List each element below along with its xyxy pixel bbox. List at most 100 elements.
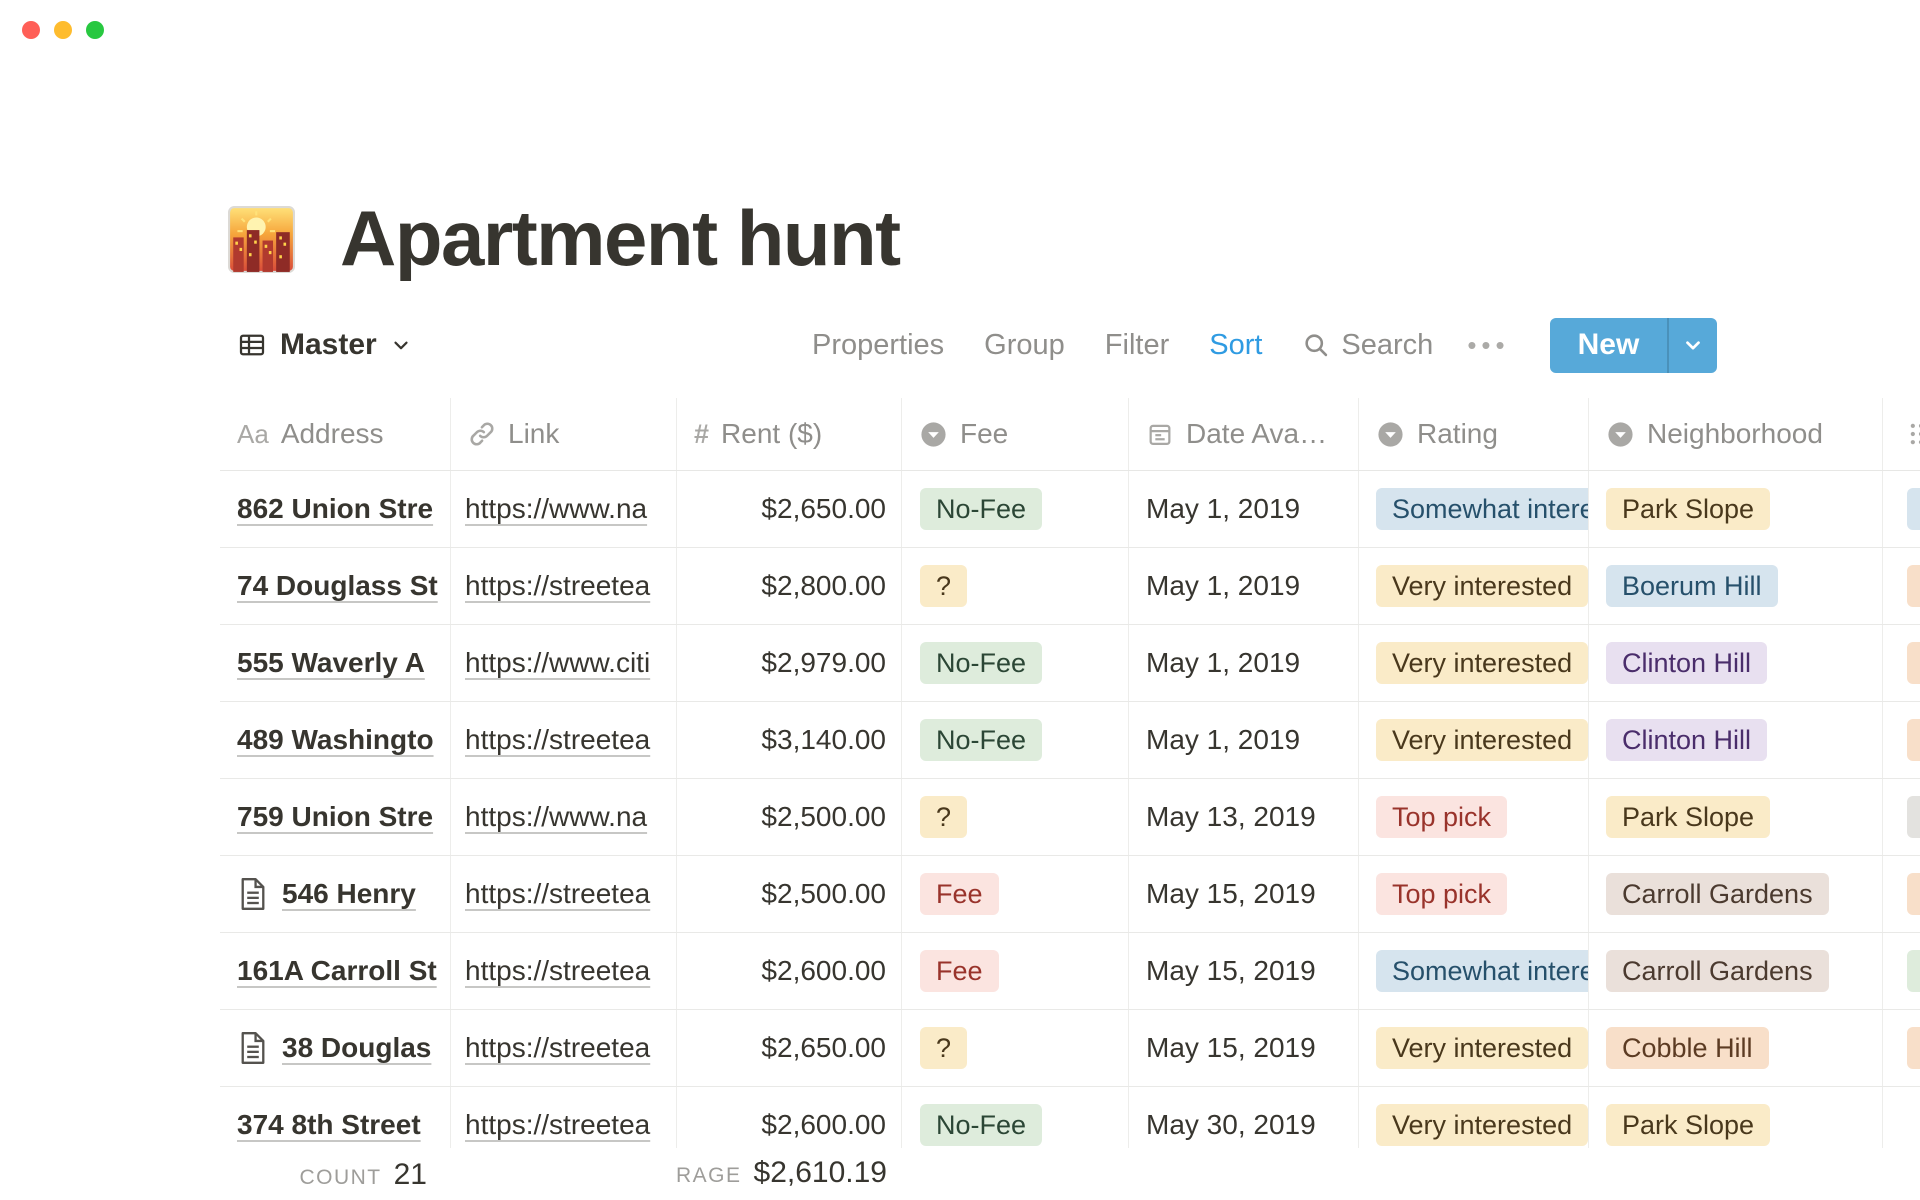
cell-address[interactable]: 374 8th Street	[220, 1087, 451, 1148]
properties-button[interactable]: Properties	[812, 329, 944, 362]
cell-rating[interactable]: Very interested	[1359, 1010, 1589, 1086]
cell-hidden-column[interactable]	[1883, 471, 1920, 547]
column-header-rent[interactable]: #Rent ($)	[677, 398, 902, 470]
cell-neighborhood[interactable]: Carroll Gardens	[1589, 856, 1883, 932]
column-header-date[interactable]: Date Ava…	[1129, 398, 1359, 470]
cell-rent[interactable]: $2,650.00	[677, 471, 902, 547]
group-button[interactable]: Group	[984, 329, 1065, 362]
column-header-fee[interactable]: Fee	[902, 398, 1129, 470]
cell-neighborhood[interactable]: Carroll Gardens	[1589, 933, 1883, 1009]
cell-fee[interactable]: No-Fee	[902, 625, 1129, 701]
cell-address[interactable]: 759 Union Stre	[220, 779, 451, 855]
new-button-caret[interactable]	[1669, 318, 1717, 373]
cell-fee[interactable]: ?	[902, 1010, 1129, 1086]
filter-button[interactable]: Filter	[1105, 329, 1169, 362]
cell-fee[interactable]: ?	[902, 779, 1129, 855]
cell-rent[interactable]: $3,140.00	[677, 702, 902, 778]
sort-button[interactable]: Sort	[1209, 329, 1262, 362]
cell-neighborhood[interactable]: Park Slope	[1589, 1087, 1883, 1148]
cell-link[interactable]: https://streetea	[451, 1010, 677, 1086]
cell-date-available[interactable]: May 15, 2019	[1129, 1010, 1359, 1086]
cell-neighborhood[interactable]: Park Slope	[1589, 779, 1883, 855]
cell-rating[interactable]: Very interested	[1359, 1087, 1589, 1148]
cell-fee[interactable]: Fee	[902, 856, 1129, 932]
cell-rating[interactable]: Somewhat interested	[1359, 471, 1589, 547]
link-text[interactable]: https://streetea	[465, 570, 650, 602]
cell-link[interactable]: https://streetea	[451, 856, 677, 932]
cell-rent[interactable]: $2,500.00	[677, 779, 902, 855]
cell-rent[interactable]: $2,600.00	[677, 933, 902, 1009]
cell-hidden-column[interactable]	[1883, 856, 1920, 932]
cell-hidden-column[interactable]	[1883, 702, 1920, 778]
close-window-button[interactable]	[22, 21, 40, 39]
cell-date-available[interactable]: May 30, 2019	[1129, 1087, 1359, 1148]
cell-fee[interactable]: No-Fee	[902, 471, 1129, 547]
cell-hidden-column[interactable]	[1883, 548, 1920, 624]
cell-neighborhood[interactable]: Boerum Hill	[1589, 548, 1883, 624]
cell-date-available[interactable]: May 13, 2019	[1129, 779, 1359, 855]
cell-rent[interactable]: $2,979.00	[677, 625, 902, 701]
cell-rating[interactable]: Very interested	[1359, 548, 1589, 624]
link-text[interactable]: https://streetea	[465, 1109, 650, 1141]
cell-rating[interactable]: Top pick	[1359, 779, 1589, 855]
cell-rent[interactable]: $2,600.00	[677, 1087, 902, 1148]
cell-hidden-column[interactable]	[1883, 1010, 1920, 1086]
cell-date-available[interactable]: May 1, 2019	[1129, 471, 1359, 547]
cell-link[interactable]: https://streetea	[451, 702, 677, 778]
cell-rating[interactable]: Very interested	[1359, 625, 1589, 701]
cell-date-available[interactable]: May 1, 2019	[1129, 625, 1359, 701]
cell-rating[interactable]: Very interested	[1359, 702, 1589, 778]
cell-address[interactable]: 38 Douglas	[220, 1010, 451, 1086]
count-aggregate[interactable]: COUNT 21	[220, 1158, 451, 1192]
cell-fee[interactable]: No-Fee	[902, 702, 1129, 778]
cell-hidden-column[interactable]	[1883, 1087, 1920, 1148]
column-header-address[interactable]: AaAddress	[220, 398, 451, 470]
cell-rent[interactable]: $2,800.00	[677, 548, 902, 624]
cell-link[interactable]: https://streetea	[451, 933, 677, 1009]
average-aggregate[interactable]: AVERAGE $2,610.19	[677, 1150, 902, 1200]
column-header-rating[interactable]: Rating	[1359, 398, 1589, 470]
link-text[interactable]: https://www.na	[465, 801, 647, 833]
link-text[interactable]: https://www.na	[465, 493, 647, 525]
link-text[interactable]: https://streetea	[465, 878, 650, 910]
cell-date-available[interactable]: May 1, 2019	[1129, 548, 1359, 624]
cell-fee[interactable]: Fee	[902, 933, 1129, 1009]
cell-date-available[interactable]: May 15, 2019	[1129, 933, 1359, 1009]
cell-fee[interactable]: ?	[902, 548, 1129, 624]
zoom-window-button[interactable]	[86, 21, 104, 39]
link-text[interactable]: https://streetea	[465, 724, 650, 756]
cell-rent[interactable]: $2,500.00	[677, 856, 902, 932]
cell-neighborhood[interactable]: Clinton Hill	[1589, 702, 1883, 778]
cell-date-available[interactable]: May 15, 2019	[1129, 856, 1359, 932]
cell-address[interactable]: 74 Douglass St	[220, 548, 451, 624]
cell-link[interactable]: https://www.citi	[451, 625, 677, 701]
cell-address[interactable]: 161A Carroll St	[220, 933, 451, 1009]
column-header-neighborhood[interactable]: Neighborhood	[1589, 398, 1883, 470]
cell-neighborhood[interactable]: Cobble Hill	[1589, 1010, 1883, 1086]
cell-link[interactable]: https://streetea	[451, 1087, 677, 1148]
more-options-button[interactable]: •••	[1467, 330, 1509, 361]
cell-link[interactable]: https://www.na	[451, 779, 677, 855]
link-text[interactable]: https://streetea	[465, 955, 650, 987]
minimize-window-button[interactable]	[54, 21, 72, 39]
cell-rating[interactable]: Somewhat interested	[1359, 933, 1589, 1009]
column-header-link[interactable]: Link	[451, 398, 677, 470]
view-switcher-master[interactable]: Master	[237, 317, 412, 373]
cell-hidden-column[interactable]	[1883, 625, 1920, 701]
cell-neighborhood[interactable]: Clinton Hill	[1589, 625, 1883, 701]
link-text[interactable]: https://www.citi	[465, 647, 650, 679]
cell-neighborhood[interactable]: Park Slope	[1589, 471, 1883, 547]
cell-hidden-column[interactable]	[1883, 933, 1920, 1009]
page-icon sunset-over-buildings-emoji[interactable]	[228, 206, 295, 273]
link-text[interactable]: https://streetea	[465, 1032, 650, 1064]
cell-rent[interactable]: $2,650.00	[677, 1010, 902, 1086]
cell-rating[interactable]: Top pick	[1359, 856, 1589, 932]
cell-link[interactable]: https://www.na	[451, 471, 677, 547]
page-title[interactable]: Apartment hunt	[340, 198, 900, 280]
search-button[interactable]: Search	[1302, 329, 1433, 362]
cell-address[interactable]: 489 Washingto	[220, 702, 451, 778]
cell-address[interactable]: 546 Henry	[220, 856, 451, 932]
cell-fee[interactable]: No-Fee	[902, 1087, 1129, 1148]
cell-address[interactable]: 862 Union Stre	[220, 471, 451, 547]
new-button[interactable]: New	[1550, 318, 1668, 373]
